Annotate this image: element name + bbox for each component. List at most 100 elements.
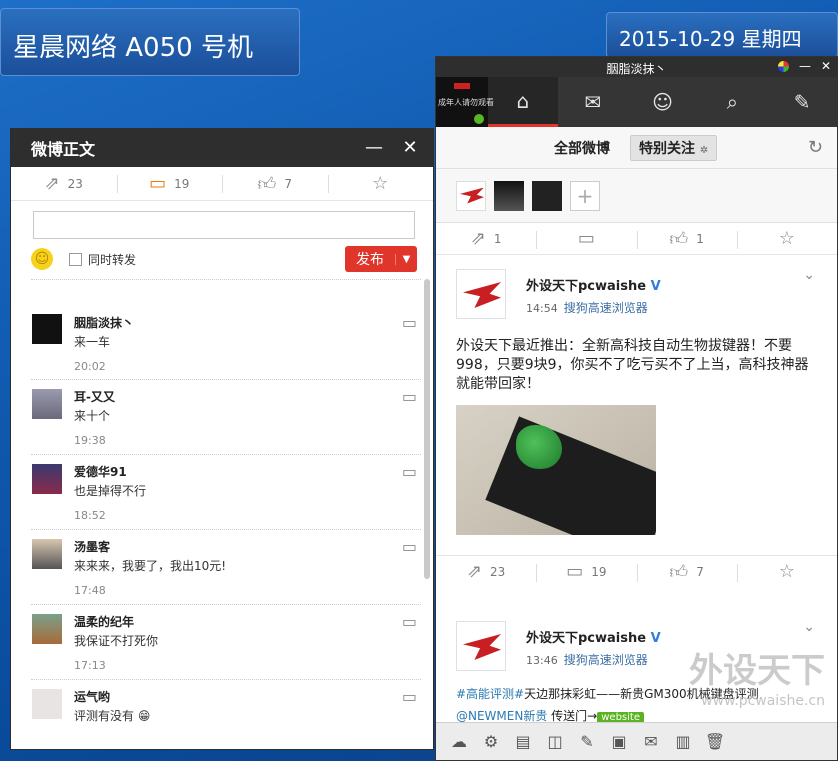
reply-icon[interactable]: ▭: [402, 537, 417, 556]
favorite-button[interactable]: ☆: [736, 223, 837, 254]
image-icon[interactable]: ▣: [608, 732, 630, 751]
avatar[interactable]: [32, 389, 62, 419]
tab-home[interactable]: ⌂: [488, 77, 558, 127]
like-icon: 👍︎: [669, 561, 689, 583]
chevron-down-icon[interactable]: ▼: [395, 253, 417, 265]
reply-icon[interactable]: ▭: [402, 313, 417, 332]
note-icon[interactable]: ✎: [576, 732, 598, 751]
post-source[interactable]: 搜狗高速浏览器: [564, 301, 648, 315]
refresh-icon[interactable]: ↻: [808, 137, 823, 158]
comment-text: 来十个: [74, 409, 111, 423]
chevron-down-icon[interactable]: ⌄: [803, 267, 815, 283]
like-button[interactable]: 👍︎ 7: [636, 556, 737, 587]
tab-messages[interactable]: ✉: [558, 77, 628, 127]
avatar[interactable]: [32, 689, 62, 719]
user-avatar[interactable]: 成年人请勿观看: [436, 77, 494, 127]
cloud-icon[interactable]: ☁: [448, 732, 470, 751]
chevron-down-icon[interactable]: ⌄: [803, 619, 815, 635]
avatar[interactable]: [32, 614, 62, 644]
hashtag-link[interactable]: #高能评测#: [456, 687, 524, 701]
comment-text: 评测有没有 😁: [74, 709, 151, 723]
close-button[interactable]: ✕: [821, 59, 831, 73]
comment-icon: ▭: [149, 173, 167, 194]
watermark: 外设天下 www.pcwaishe.cn: [689, 651, 825, 709]
share-count: 23: [490, 564, 506, 579]
share-button[interactable]: ⇗ 23: [436, 556, 536, 587]
mention-link[interactable]: @NEWMEN新贵: [456, 709, 547, 723]
minimize-button[interactable]: —: [363, 137, 385, 159]
trash-icon[interactable]: 🗑︎: [704, 732, 726, 751]
commenter-name[interactable]: 耳-又又: [74, 388, 115, 405]
favorite-button[interactable]: ☆: [327, 167, 434, 200]
commenter-name[interactable]: 汤墨客: [74, 538, 110, 555]
reply-icon[interactable]: ▭: [402, 462, 417, 481]
clipboard-icon[interactable]: ▥: [672, 732, 694, 751]
parrot-illustration: [516, 425, 562, 469]
author-avatar[interactable]: [456, 269, 506, 319]
share-button[interactable]: ⇗ 1: [436, 223, 536, 254]
close-button[interactable]: ✕: [399, 137, 421, 159]
commenter-name[interactable]: 温柔的纪年: [74, 613, 134, 630]
share-button[interactable]: ⇗ 23: [11, 167, 117, 200]
post-author[interactable]: 外设天下pcwaishe V: [526, 627, 661, 646]
comment-button[interactable]: ▭ 19: [536, 556, 636, 587]
post-time: 14:54: [526, 302, 558, 315]
add-follow-button[interactable]: +: [570, 180, 600, 211]
minimize-button[interactable]: —: [799, 59, 811, 73]
publish-button[interactable]: 发布 ▼: [345, 246, 417, 272]
layout-icon[interactable]: ◫: [544, 732, 566, 751]
follow-avatar[interactable]: [494, 180, 524, 211]
scrollbar[interactable]: [424, 279, 430, 579]
avatar-text: 成年人请勿观看: [438, 98, 494, 107]
post-author[interactable]: 外设天下pcwaishe V: [526, 275, 661, 294]
weibo-titlebar[interactable]: 胭脂淡抹丶 — ✕: [436, 57, 837, 77]
reply-icon[interactable]: ▭: [402, 687, 417, 706]
grin-emoji-icon: 😁: [134, 709, 151, 723]
avatar[interactable]: [32, 314, 62, 344]
comment-text: 来来来，我要了，我出10元!: [74, 559, 227, 573]
comment-window-titlebar[interactable]: 微博正文 — ✕: [11, 129, 433, 167]
avatar[interactable]: [32, 539, 62, 569]
comment-text: 来一车: [74, 335, 111, 349]
share-icon: ⇗: [466, 561, 483, 582]
like-button[interactable]: 👍︎ 7: [222, 167, 328, 200]
post-image[interactable]: [456, 405, 656, 535]
post-source[interactable]: 搜狗高速浏览器: [564, 653, 648, 667]
comment-time: 19:38: [74, 434, 106, 447]
repost-checkbox[interactable]: [69, 252, 82, 266]
machine-label: 星晨网络 A050 号机: [0, 8, 300, 76]
commenter-name[interactable]: 运气哟: [74, 688, 110, 705]
comment-button[interactable]: ▭ 19: [116, 167, 223, 200]
comment-button[interactable]: ▭: [536, 223, 636, 254]
filter-special[interactable]: 特别关注 ✲: [630, 134, 718, 161]
comment-window: 微博正文 — ✕ ⇗ 23 ▭ 19 👍︎ 7 ☆ ☺ 同时转发 发布 ▼ 胭脂…: [10, 128, 434, 750]
comment-icon: ▭: [566, 561, 584, 582]
follow-avatar[interactable]: [532, 180, 562, 211]
tab-compose[interactable]: ✎: [767, 77, 837, 127]
filter-all[interactable]: 全部微博: [554, 138, 610, 158]
reply-icon[interactable]: ▭: [402, 612, 417, 631]
commenter-name[interactable]: 胭脂淡抹丶: [74, 314, 134, 331]
emoji-icon[interactable]: ☺: [31, 248, 53, 270]
top-post-action-bar: ⇗ 1 ▭ 👍︎ 1 ☆: [436, 223, 837, 255]
comment-input-box[interactable]: [33, 211, 415, 239]
author-avatar[interactable]: [456, 621, 506, 671]
mail-icon[interactable]: ✉: [640, 732, 662, 751]
mail-icon: ✉: [584, 90, 602, 114]
comment-icon: ▭: [577, 228, 595, 249]
favorite-button[interactable]: ☆: [736, 556, 837, 587]
list-item: 运气哟 评测有没有 😁 ▭: [31, 680, 421, 745]
avatar[interactable]: [32, 464, 62, 494]
settings-icon[interactable]: ⚙: [480, 732, 502, 751]
date-label: 2015-10-29 星期四: [606, 12, 838, 58]
link-text[interactable]: 传送门→: [551, 709, 597, 723]
reply-icon[interactable]: ▭: [402, 387, 417, 406]
tab-profile[interactable]: ☺: [628, 77, 698, 127]
skin-icon[interactable]: [777, 61, 789, 72]
commenter-name[interactable]: 爱德华91: [74, 463, 127, 480]
comment-input[interactable]: [34, 212, 414, 238]
tab-search[interactable]: ⌕: [697, 77, 767, 127]
like-button[interactable]: 👍︎ 1: [636, 223, 737, 254]
follow-avatar[interactable]: [456, 180, 486, 211]
book-icon[interactable]: ▤: [512, 732, 534, 751]
